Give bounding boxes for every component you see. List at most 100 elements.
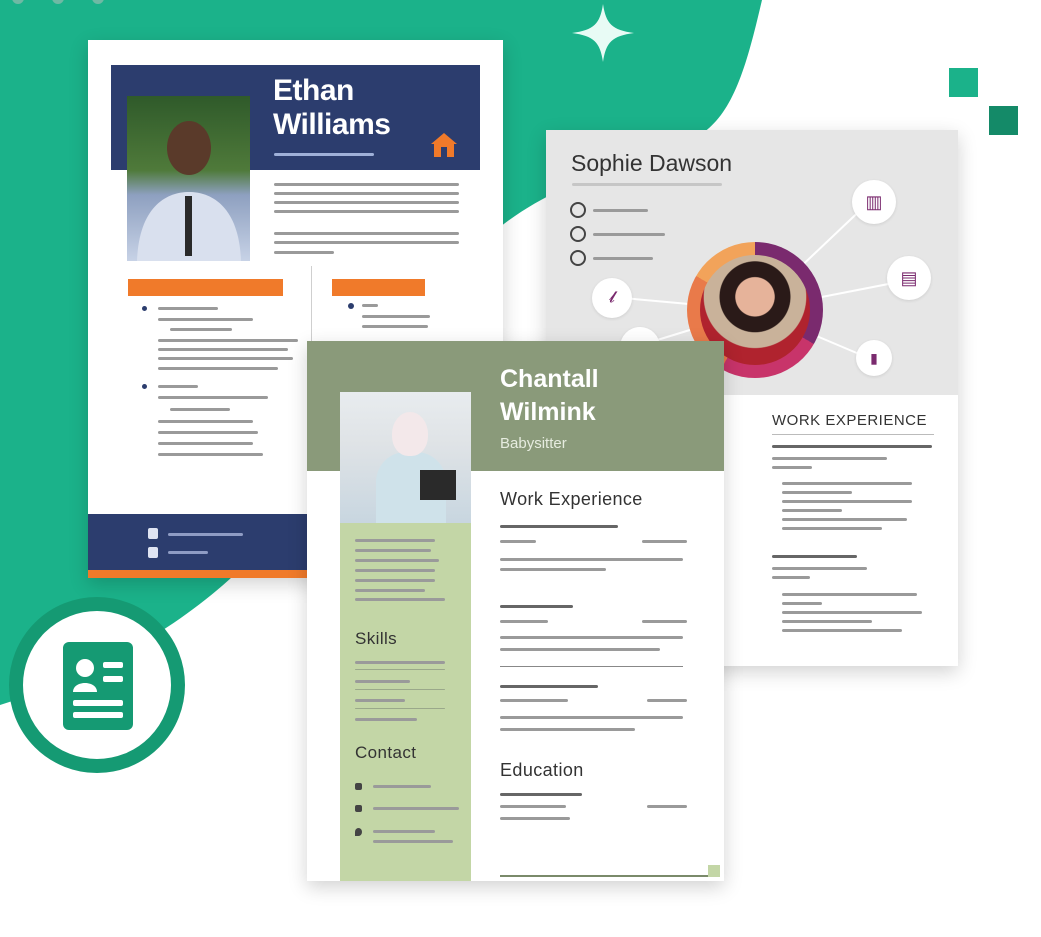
chantall-skill — [355, 699, 405, 702]
sophie-text — [782, 500, 912, 503]
ethan-role-text — [274, 153, 374, 156]
ethan-job-detail — [158, 453, 263, 456]
timeline-dot — [142, 306, 147, 311]
ethan-education-pill — [332, 279, 425, 296]
chantall-last-name: Wilmink — [500, 398, 596, 426]
location-icon — [355, 828, 362, 836]
chantall-about-text — [355, 549, 431, 552]
sophie-text — [782, 509, 842, 512]
ethan-job-detail — [158, 420, 253, 423]
sophie-text — [772, 576, 810, 579]
sophie-text — [782, 620, 872, 623]
chantall-corner-accent — [708, 865, 720, 877]
contact-card-icon — [9, 597, 185, 773]
sophie-text — [772, 445, 932, 448]
ethan-job-detail — [158, 339, 298, 342]
books-icon: ▥ — [852, 180, 896, 224]
badge-document — [63, 642, 133, 730]
ethan-portrait — [137, 121, 241, 261]
chantall-job-text — [500, 620, 548, 623]
chantall-skill-rule — [355, 708, 445, 709]
chantall-contact-text — [373, 785, 431, 788]
ethan-job-detail — [158, 396, 268, 399]
chantall-contact-heading: Contact — [355, 743, 417, 762]
ethan-photo — [127, 96, 250, 261]
sophie-text — [772, 466, 812, 469]
ethan-profile-text — [274, 210, 459, 213]
sophie-text — [782, 518, 907, 521]
phone-icon — [148, 547, 158, 558]
chantall-edu-text — [500, 817, 570, 820]
ethan-profile-text — [274, 232, 459, 235]
ethan-job-detail — [158, 357, 293, 360]
sophie-text — [782, 611, 922, 614]
chantall-job-text — [500, 685, 598, 688]
chantall-photo-head — [392, 412, 428, 456]
chantall-work-heading: Work Experience — [500, 489, 643, 509]
ethan-job-detail — [158, 442, 253, 445]
chantall-job-date — [642, 540, 687, 543]
chantall-contact-text — [373, 807, 459, 810]
chantall-about-text — [355, 559, 439, 562]
chantall-job-date — [642, 620, 687, 623]
ethan-job-detail — [158, 431, 258, 434]
timeline-dot — [348, 303, 354, 309]
chantall-job-text — [500, 558, 683, 561]
sophie-heading-rule — [772, 434, 934, 435]
chantall-skill — [355, 680, 410, 683]
chantall-edu-text — [500, 805, 566, 808]
chantall-about-text — [355, 598, 445, 601]
sophie-text — [782, 629, 902, 632]
chantall-name: Chantall Wilmink — [500, 363, 599, 429]
ethan-job-title — [158, 307, 218, 310]
ethan-edu-text — [362, 315, 430, 318]
deco-square-1 — [949, 68, 978, 97]
sophie-text — [772, 567, 867, 570]
chantall-rule — [500, 666, 683, 667]
chantall-contact-text — [373, 840, 453, 843]
sophie-text — [782, 491, 852, 494]
chantall-about-text — [355, 569, 435, 572]
ethan-profile-text — [274, 201, 459, 204]
chantall-footer-rule — [500, 875, 720, 877]
ethan-job-title — [158, 385, 198, 388]
ethan-contact-text — [168, 551, 208, 554]
ethan-job-detail — [158, 348, 288, 351]
chantall-about-text — [355, 539, 435, 542]
chantall-photo-laptop — [420, 470, 456, 500]
chantall-job-text — [500, 716, 683, 719]
chantall-skill-rule — [355, 689, 445, 690]
ethan-profile-text — [274, 241, 459, 244]
id-card-glyph — [73, 659, 123, 718]
chantall-photo — [340, 392, 471, 523]
chantall-first-name: Chantall — [500, 365, 599, 393]
phone-icon — [355, 783, 362, 790]
ethan-first-name: Ethan — [273, 74, 354, 107]
chantall-about-text — [355, 589, 425, 592]
ethan-profile-text — [274, 183, 459, 186]
chantall-skill-rule — [355, 669, 445, 670]
ethan-edu-text — [362, 325, 428, 328]
ethan-job-detail — [158, 367, 278, 370]
chantall-skill — [355, 718, 417, 721]
sophie-work-heading: WORK EXPERIENCE — [772, 412, 928, 429]
sophie-text — [772, 457, 887, 460]
ethan-profile-text — [274, 251, 334, 254]
resume-chantall-wilmink[interactable]: Chantall Wilmink Babysitter Skills Conta… — [307, 341, 724, 881]
chantall-job-date — [647, 699, 687, 702]
chantall-job-text — [500, 568, 606, 571]
chantall-about-text — [355, 579, 435, 582]
ethan-job-detail — [170, 328, 232, 331]
chantall-job-text — [500, 540, 536, 543]
chantall-job-text — [500, 728, 635, 731]
timeline-dot — [142, 384, 147, 389]
ethan-job-detail — [158, 318, 253, 321]
ethan-edu-text — [362, 304, 378, 307]
ethan-last-name: Williams — [273, 108, 391, 141]
deco-square-2 — [989, 106, 1018, 135]
chantall-edu-date — [647, 805, 687, 808]
ethan-profile-text — [274, 192, 459, 195]
chantall-role: Babysitter — [500, 435, 567, 452]
sophie-text — [782, 593, 917, 596]
chantall-job-text — [500, 605, 573, 608]
